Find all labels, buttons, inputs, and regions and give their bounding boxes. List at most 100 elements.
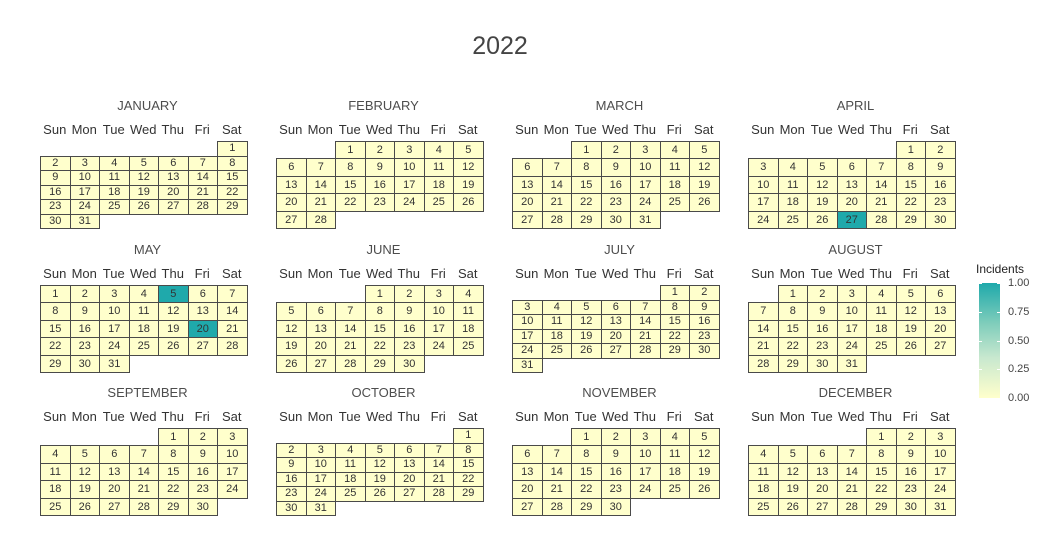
day-cell: 18 [659, 462, 690, 482]
day-cell: 30 [187, 497, 218, 516]
day-cell: 27 [512, 210, 543, 229]
day-cell: 5 [777, 445, 808, 464]
weekday-header: Sun Mon Tue Wed Thu Fri Sat [276, 409, 491, 425]
day-cell: 15 [659, 314, 690, 330]
day-cell: 27 [925, 337, 956, 356]
weekday-label: Tue [810, 266, 833, 281]
day-cell: 18 [541, 328, 572, 344]
day-cell: 18 [99, 184, 130, 200]
day-cell: 27 [836, 210, 867, 229]
day-cell: 25 [659, 480, 690, 499]
day-cell: 5 [689, 428, 720, 447]
day-cell: 21 [335, 337, 366, 356]
day-cell: 16 [600, 175, 631, 195]
day-cell: 16 [69, 319, 100, 339]
day-cell: 21 [305, 193, 336, 212]
day-cell: 20 [600, 328, 631, 344]
day-cell: 20 [276, 193, 307, 212]
day-cell: 16 [689, 314, 720, 330]
weekday-label: Tue [102, 409, 125, 424]
day-cell: 18 [423, 175, 454, 195]
day-cell: 12 [689, 158, 720, 177]
day-cell: 24 [630, 480, 661, 499]
day-cell: 22 [571, 193, 602, 212]
day-cell: 5 [276, 302, 307, 321]
day-cell: 30 [807, 354, 838, 373]
day-cell: 14 [305, 175, 336, 195]
day-cell: 4 [40, 445, 71, 464]
day-cell: 2 [925, 141, 956, 160]
legend-tick-mark [997, 311, 1000, 313]
day-cell: 6 [187, 285, 218, 304]
weekday-label: Thu [869, 409, 892, 424]
day-cell: 3 [217, 428, 248, 447]
day-cell: 3 [925, 428, 956, 447]
weekday-label: Fri [666, 122, 682, 137]
day-cell: 14 [541, 462, 572, 482]
day-cell: 7 [187, 155, 218, 171]
day-cell: 1 [364, 285, 395, 304]
day-cell: 6 [512, 158, 543, 177]
legend-tick-label: 0.25 [1008, 363, 1030, 376]
day-cell: 30 [394, 354, 425, 373]
day-cell: 11 [659, 445, 690, 464]
day-cell: 18 [40, 480, 71, 499]
weekday-header: Sun Mon Tue Wed Thu Fri Sat [512, 409, 727, 425]
day-cell: 30 [40, 213, 71, 229]
month-title: JULY [604, 242, 635, 257]
day-cell: 3 [836, 285, 867, 304]
legend-tick-mark [979, 398, 982, 399]
day-cell: 22 [659, 328, 690, 344]
day-cell: 2 [895, 428, 926, 447]
day-cell: 20 [394, 471, 425, 487]
weekday-header: Sun Mon Tue Wed Thu Fri Sat [276, 266, 491, 282]
day-cell: 14 [836, 462, 867, 482]
weekday-label: Tue [102, 266, 125, 281]
day-cell: 21 [423, 471, 454, 487]
day-cell: 9 [895, 445, 926, 464]
day-cell: 24 [836, 337, 867, 356]
legend-tick-label: 0.75 [1008, 305, 1030, 318]
day-cell: 18 [866, 319, 897, 339]
weekday-label: Mon [543, 122, 569, 137]
day-cell: 1 [866, 428, 897, 447]
day-cell: 25 [541, 343, 572, 359]
day-cell: 7 [541, 158, 572, 177]
day-cell: 13 [394, 457, 425, 473]
day-cell: 28 [541, 497, 572, 516]
day-cell: 26 [777, 497, 808, 516]
day-cell: 6 [512, 445, 543, 464]
day-cell: 1 [571, 428, 602, 447]
day-cell: 3 [748, 158, 779, 177]
weekday-label: Sat [457, 409, 478, 424]
day-cell: 18 [335, 471, 366, 487]
day-cell: 13 [512, 462, 543, 482]
day-cell: 21 [630, 328, 661, 344]
day-cell: 25 [128, 337, 159, 356]
day-cell: 14 [423, 457, 454, 473]
day-cell: 4 [335, 442, 366, 458]
day-cell: 29 [40, 354, 71, 373]
day-cell: 28 [128, 497, 159, 516]
weekday-label: Wed [838, 409, 865, 424]
day-cell: 17 [512, 328, 543, 344]
day-cell: 24 [512, 343, 543, 359]
day-cell: 15 [335, 175, 366, 195]
weekday-label: Thu [397, 409, 420, 424]
day-cell: 27 [276, 210, 307, 229]
day-cell: 1 [571, 141, 602, 160]
day-cell: 5 [571, 299, 602, 315]
day-cell: 8 [895, 158, 926, 177]
day-cell: 15 [158, 462, 189, 482]
weekday-label: Mon [71, 266, 97, 281]
day-cell: 10 [630, 158, 661, 177]
month-day-grid: 1 2 3 4 5 6 7 8 9 10 11 12 13 14 15 16 17 18 19 20 21 22 23 24 2… [748, 428, 963, 516]
weekday-header: Sun Mon Tue Wed Thu Fri Sat [748, 409, 963, 425]
month-title: JANUARY [117, 98, 178, 113]
day-cell: 30 [276, 500, 307, 516]
legend-title: Incidents [976, 262, 1025, 276]
day-cell: 5 [69, 445, 100, 464]
day-cell: 8 [659, 299, 690, 315]
day-cell: 4 [748, 445, 779, 464]
day-cell: 11 [748, 462, 779, 482]
